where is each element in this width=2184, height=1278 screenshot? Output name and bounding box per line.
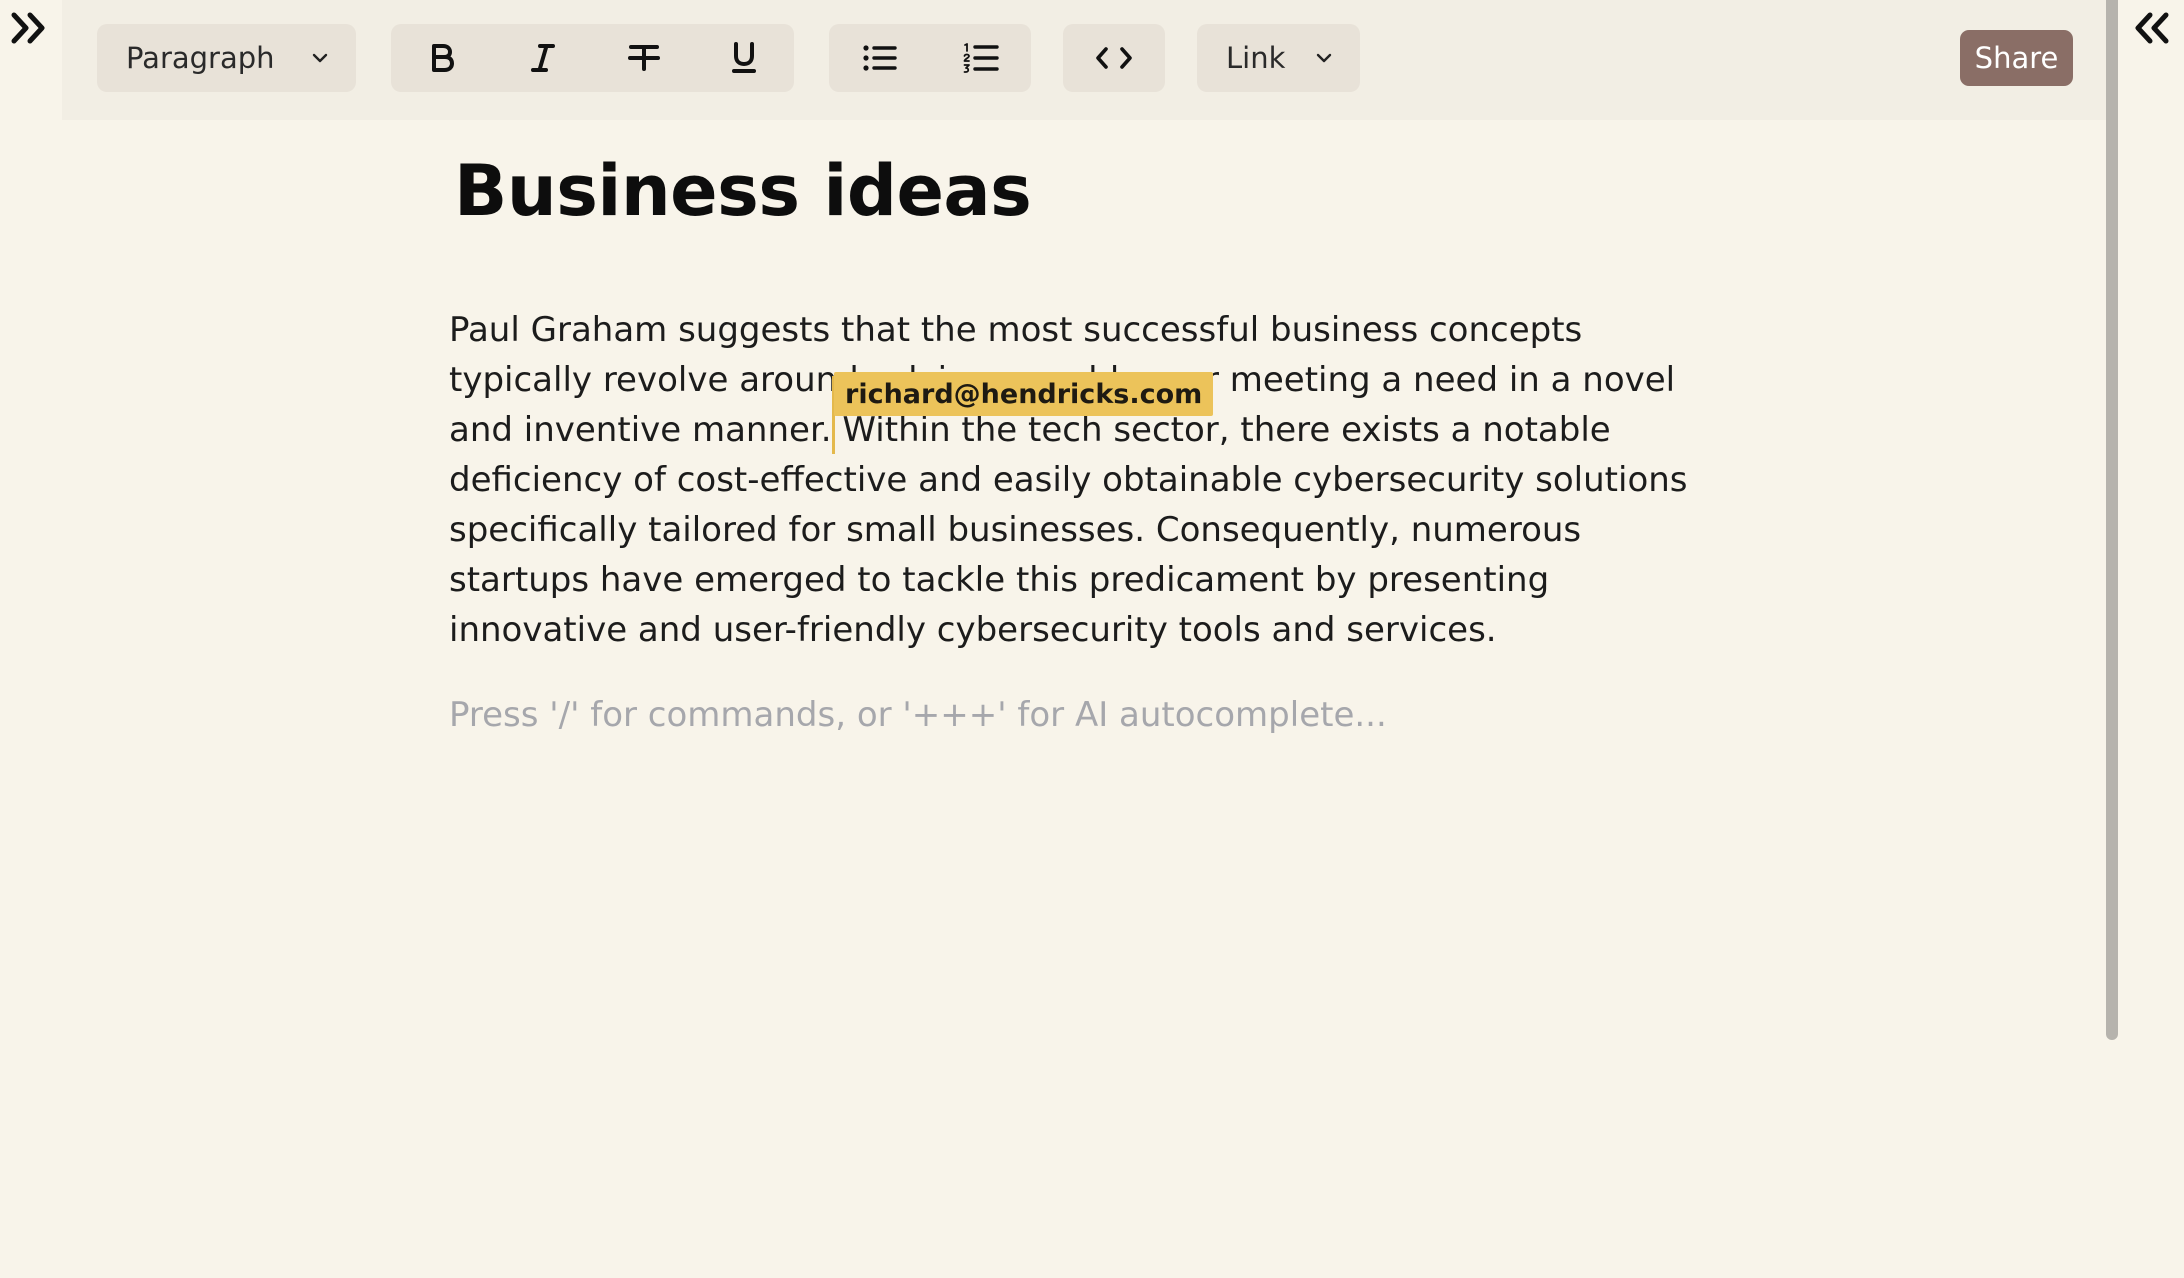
vertical-scrollbar[interactable] <box>2106 0 2118 1040</box>
collapse-sidebar-button[interactable] <box>2128 8 2172 52</box>
link-label: Link <box>1226 41 1286 75</box>
bullet-list-icon <box>862 44 897 72</box>
document-title[interactable]: Business ideas <box>454 150 1032 232</box>
numbered-list-button[interactable] <box>930 24 1031 92</box>
editor-toolbar: Paragraph Link Share <box>62 0 2106 120</box>
expand-sidebar-button[interactable] <box>8 8 52 52</box>
underline-icon <box>730 42 758 74</box>
code-group <box>1063 24 1165 92</box>
double-chevron-left-icon <box>2130 11 2170 49</box>
strikethrough-icon <box>627 43 660 73</box>
bullet-list-button[interactable] <box>829 24 930 92</box>
double-chevron-right-icon <box>10 11 50 49</box>
bold-button[interactable] <box>391 24 492 92</box>
list-group <box>829 24 1031 92</box>
chevron-down-icon <box>1316 53 1332 63</box>
numbered-list-icon <box>963 42 999 74</box>
bold-icon <box>429 43 455 73</box>
text-format-group <box>391 24 794 92</box>
block-type-dropdown[interactable]: Paragraph <box>97 24 356 92</box>
code-icon <box>1095 46 1133 70</box>
italic-button[interactable] <box>492 24 593 92</box>
italic-icon <box>530 43 556 73</box>
chevron-down-icon <box>312 53 328 63</box>
link-group: Link <box>1197 24 1360 92</box>
code-button[interactable] <box>1063 24 1165 92</box>
editor-placeholder[interactable]: Press '/' for commands, or '+++' for AI … <box>449 690 1387 740</box>
collaborator-label: richard@hendricks.com <box>834 372 1214 416</box>
link-dropdown[interactable]: Link <box>1197 24 1360 92</box>
underline-button[interactable] <box>694 24 794 92</box>
strikethrough-button[interactable] <box>593 24 694 92</box>
block-type-label: Paragraph <box>126 41 275 75</box>
document-paragraph[interactable]: Paul Graham suggests that the most succe… <box>449 305 1689 655</box>
share-button[interactable]: Share <box>1960 30 2073 86</box>
share-label: Share <box>1974 41 2059 75</box>
block-type-group: Paragraph <box>97 24 356 92</box>
collaborator-email: richard@hendricks.com <box>845 378 1203 410</box>
